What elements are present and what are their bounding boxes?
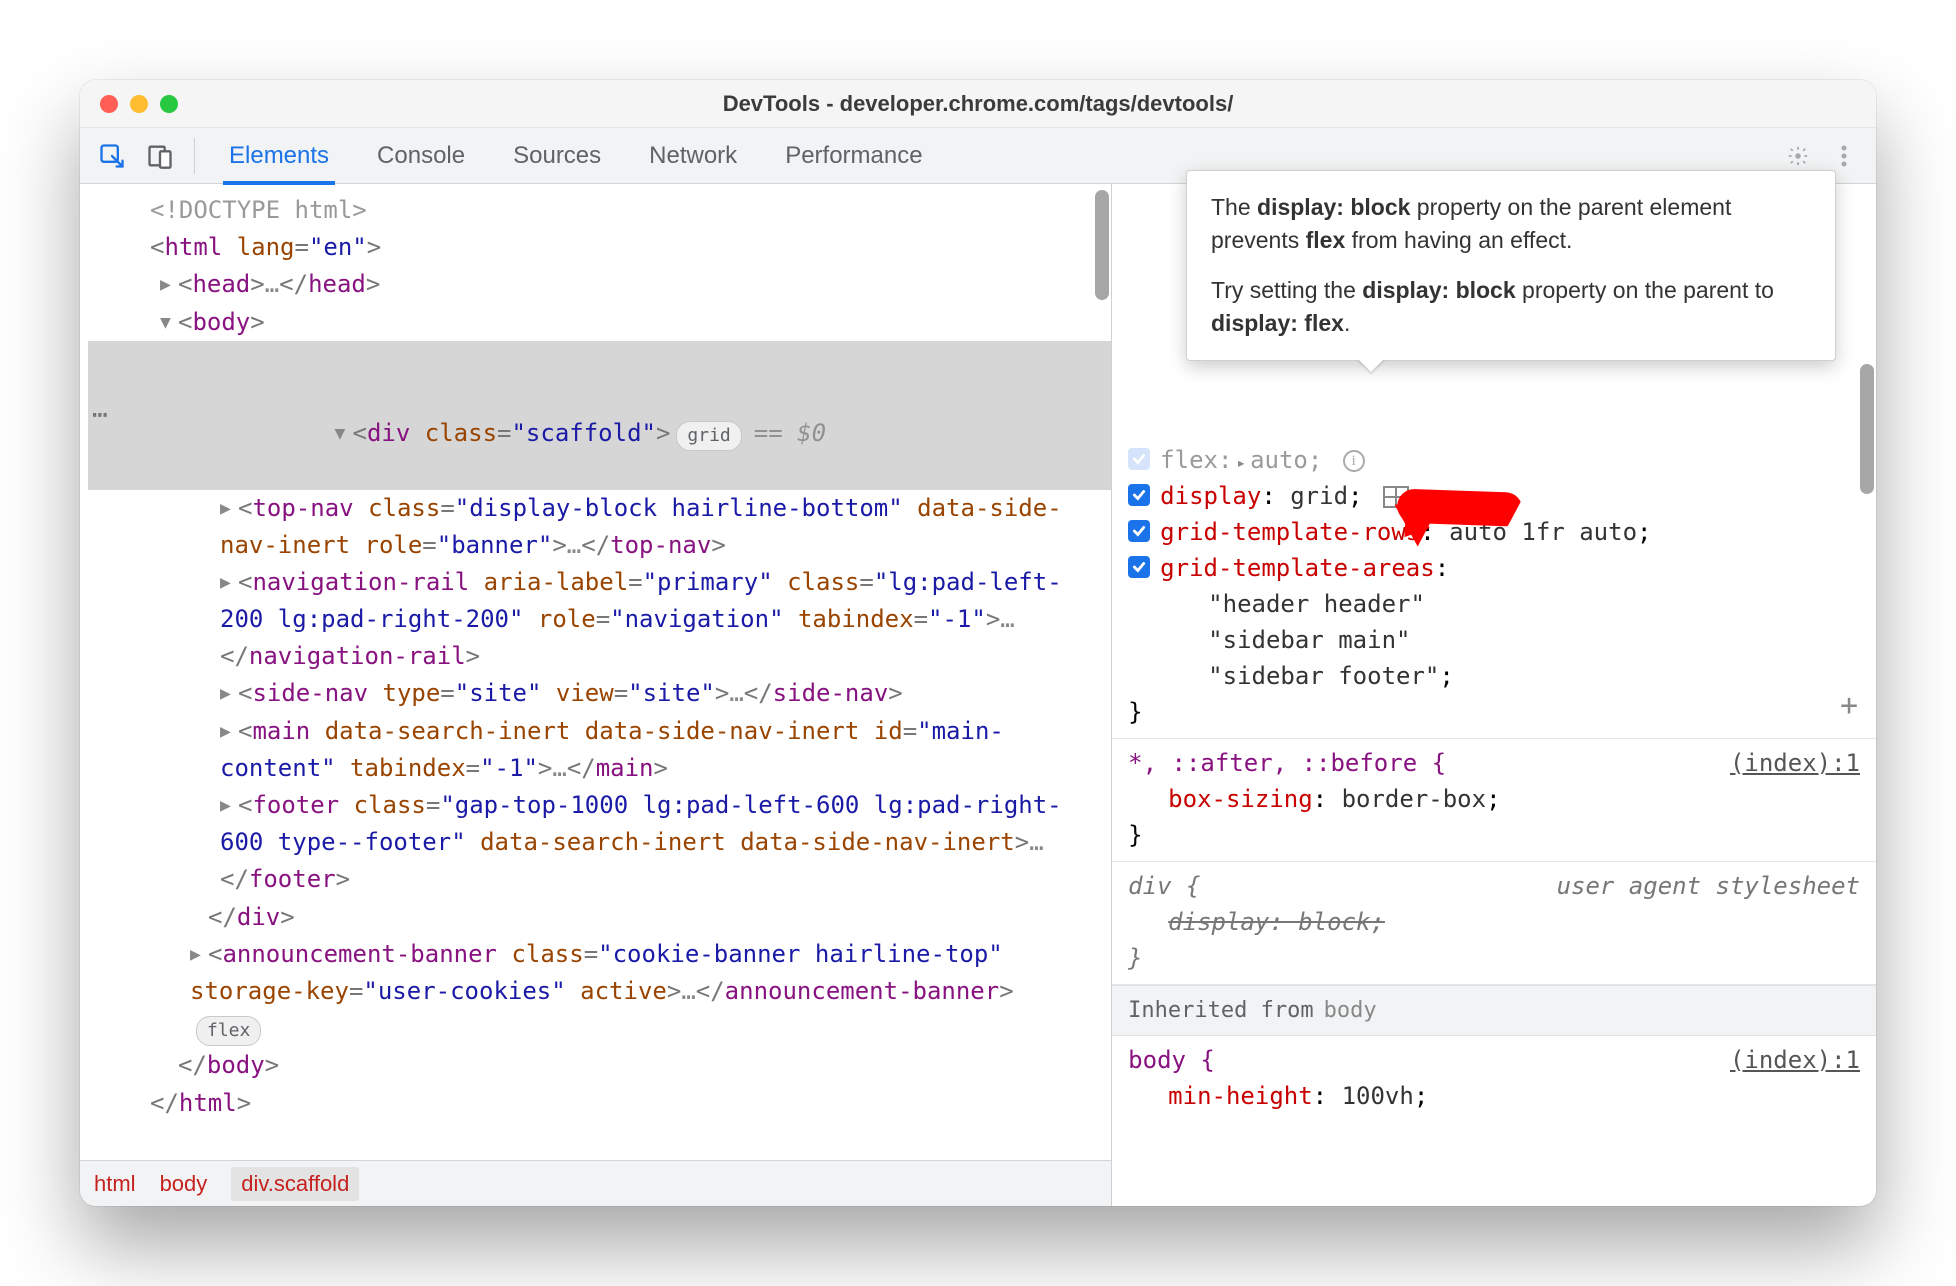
rule-close: } bbox=[1128, 817, 1860, 853]
tab-network[interactable]: Network bbox=[629, 128, 757, 184]
dom-tree[interactable]: <!DOCTYPE html> <html lang="en"> ▶<head>… bbox=[80, 184, 1111, 1160]
dom-doctype[interactable]: <!DOCTYPE html> bbox=[88, 192, 1111, 229]
prop-checkbox[interactable] bbox=[1128, 520, 1150, 542]
source-link[interactable]: (index):1 bbox=[1730, 1042, 1860, 1078]
dom-div-close[interactable]: </div> bbox=[88, 899, 1111, 936]
prop-checkbox-unchecked[interactable] bbox=[1128, 448, 1150, 470]
tab-performance[interactable]: Performance bbox=[765, 128, 942, 184]
dom-scaffold-selected[interactable]: ⋯ ▼<div class="scaffold">grid== $0 bbox=[88, 341, 1111, 490]
inspect-icon[interactable] bbox=[92, 136, 132, 176]
crumb-body[interactable]: body bbox=[160, 1171, 208, 1197]
rule-div-ua[interactable]: user agent stylesheet div { display: blo… bbox=[1112, 862, 1876, 985]
devtools-window: DevTools - developer.chrome.com/tags/dev… bbox=[80, 80, 1876, 1206]
dom-body-open[interactable]: ▼<body> bbox=[88, 304, 1111, 341]
rule-close: } bbox=[1128, 940, 1860, 976]
source-link[interactable]: (index):1 bbox=[1730, 745, 1860, 781]
dom-footer[interactable]: ▶<footer class="gap-top-1000 lg:pad-left… bbox=[88, 787, 1111, 899]
window-controls bbox=[100, 95, 178, 113]
prop-checkbox[interactable] bbox=[1128, 556, 1150, 578]
maximize-window-button[interactable] bbox=[160, 95, 178, 113]
device-toggle-icon[interactable] bbox=[140, 136, 180, 176]
breadcrumb: html body div.scaffold bbox=[80, 1160, 1111, 1206]
dom-topnav[interactable]: ▶<top-nav class="display-block hairline-… bbox=[88, 490, 1111, 564]
rule-body[interactable]: (index):1 body { min-height: 100vh; bbox=[1112, 1036, 1876, 1122]
scrollbar[interactable] bbox=[1860, 364, 1874, 494]
dom-sidenav[interactable]: ▶<side-nav type="site" view="site">…</si… bbox=[88, 675, 1111, 712]
rule-close: } bbox=[1128, 694, 1860, 730]
dom-banner[interactable]: ▶<announcement-banner class="cookie-bann… bbox=[88, 936, 1111, 1048]
close-window-button[interactable] bbox=[100, 95, 118, 113]
divider bbox=[194, 138, 195, 174]
crumb-div-scaffold[interactable]: div.scaffold bbox=[231, 1167, 359, 1201]
prop-checkbox[interactable] bbox=[1128, 484, 1150, 506]
ua-stylesheet-label: user agent stylesheet bbox=[1557, 868, 1860, 904]
minimize-window-button[interactable] bbox=[130, 95, 148, 113]
hint-tooltip: The display: block property on the paren… bbox=[1186, 170, 1836, 361]
add-property-icon[interactable]: + bbox=[1840, 683, 1858, 728]
titlebar: DevTools - developer.chrome.com/tags/dev… bbox=[80, 80, 1876, 128]
gutter-dots-icon[interactable]: ⋯ bbox=[92, 395, 110, 435]
dom-html-close[interactable]: </html> bbox=[88, 1085, 1111, 1122]
dom-head[interactable]: ▶<head>…</head> bbox=[88, 266, 1111, 303]
dom-main[interactable]: ▶<main data-search-inert data-side-nav-i… bbox=[88, 713, 1111, 787]
elements-panel: <!DOCTYPE html> <html lang="en"> ▶<head>… bbox=[80, 184, 1111, 1206]
tab-sources[interactable]: Sources bbox=[493, 128, 621, 184]
dom-navrail[interactable]: ▶<navigation-rail aria-label="primary" c… bbox=[88, 564, 1111, 676]
rule-universal[interactable]: (index):1 *, ::after, ::before { box-siz… bbox=[1112, 739, 1876, 862]
layout-badge-flex[interactable]: flex bbox=[196, 1016, 261, 1046]
tab-console[interactable]: Console bbox=[357, 128, 485, 184]
inherited-from-header: Inherited frombody bbox=[1112, 985, 1876, 1036]
overridden-prop: display: block; bbox=[1128, 904, 1860, 940]
tab-elements[interactable]: Elements bbox=[209, 128, 349, 184]
dom-body-close[interactable]: </body> bbox=[88, 1047, 1111, 1084]
layout-badge-grid[interactable]: grid bbox=[676, 421, 741, 451]
eq0-label: == $0 bbox=[754, 419, 826, 447]
scrollbar[interactable] bbox=[1095, 190, 1109, 300]
window-title: DevTools - developer.chrome.com/tags/dev… bbox=[80, 91, 1876, 117]
inherited-from-link[interactable]: body bbox=[1324, 998, 1377, 1023]
info-icon[interactable]: i bbox=[1343, 450, 1365, 472]
dom-html-open[interactable]: <html lang="en"> bbox=[88, 229, 1111, 266]
crumb-html[interactable]: html bbox=[94, 1171, 136, 1197]
